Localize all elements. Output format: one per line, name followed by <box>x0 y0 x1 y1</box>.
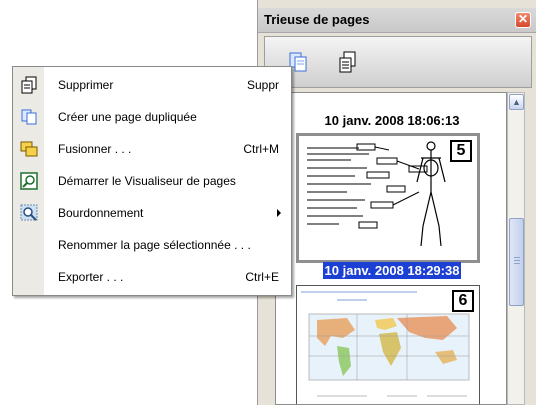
page-thumbnail-6[interactable]: 6 <box>296 285 480 404</box>
menu-item-page-viewer[interactable]: Démarrer le Visualiseur de pages <box>13 167 291 195</box>
menu-item-shortcut: Ctrl+E <box>245 270 279 284</box>
menu-item-delete[interactable]: Supprimer Suppr <box>13 71 291 99</box>
window-title: Trieuse de pages <box>264 12 370 27</box>
menu-item-rename[interactable]: Renommer la page sélectionnée . . . <box>13 231 291 259</box>
close-button[interactable]: ✕ <box>515 12 531 28</box>
delete-page-icon[interactable] <box>338 51 358 73</box>
menu-item-label: Exporter . . . <box>58 270 124 284</box>
page-number-badge: 5 <box>450 140 472 162</box>
menu-item-label: Renommer la page sélectionnée . . . <box>58 238 251 252</box>
page-sorter-window: Trieuse de pages ✕ 10 janv. 2008 18:06:1… <box>257 0 536 405</box>
menu-item-merge[interactable]: Fusionner . . . Ctrl+M <box>13 135 291 163</box>
menu-item-shortcut: Suppr <box>246 78 279 92</box>
page-date-label: 10 janv. 2008 18:06:13 <box>324 113 460 128</box>
duplicate-page-icon <box>21 109 37 125</box>
menu-item-duplicate[interactable]: Créer une page dupliquée <box>13 103 291 131</box>
vertical-scrollbar[interactable]: ▲ <box>507 92 525 405</box>
menu-item-label: Démarrer le Visualiseur de pages <box>58 174 236 188</box>
zoom-icon <box>20 204 38 221</box>
context-menu: Supprimer Suppr Créer une page dupliquée… <box>12 66 292 296</box>
merge-icon <box>20 141 38 157</box>
title-bar[interactable]: Trieuse de pages ✕ <box>258 8 536 33</box>
menu-item-label: Fusionner . . . <box>58 142 132 156</box>
thumbnail-list[interactable]: 10 janv. 2008 18:06:13 5 10 janv. 2008 1… <box>275 92 507 405</box>
page-viewer-icon <box>20 172 38 190</box>
scroll-up-button[interactable]: ▲ <box>509 94 524 110</box>
submenu-arrow-icon <box>277 209 281 217</box>
menu-item-zoom[interactable]: Bourdonnement <box>13 199 291 227</box>
menu-item-shortcut: Ctrl+M <box>243 142 279 156</box>
page-number-badge: 6 <box>452 290 474 312</box>
menu-item-label: Créer une page dupliquée <box>58 110 197 124</box>
scroll-thumb[interactable] <box>509 218 524 306</box>
toolbar <box>264 36 532 88</box>
menu-item-export[interactable]: Exporter . . . Ctrl+E <box>13 263 291 291</box>
page-date-label-selected: 10 janv. 2008 18:29:38 <box>322 262 462 279</box>
menu-item-label: Supprimer <box>58 78 114 92</box>
menu-item-label: Bourdonnement <box>58 206 144 220</box>
page-thumbnail-5[interactable]: 5 <box>296 133 480 263</box>
delete-page-icon <box>21 76 37 94</box>
